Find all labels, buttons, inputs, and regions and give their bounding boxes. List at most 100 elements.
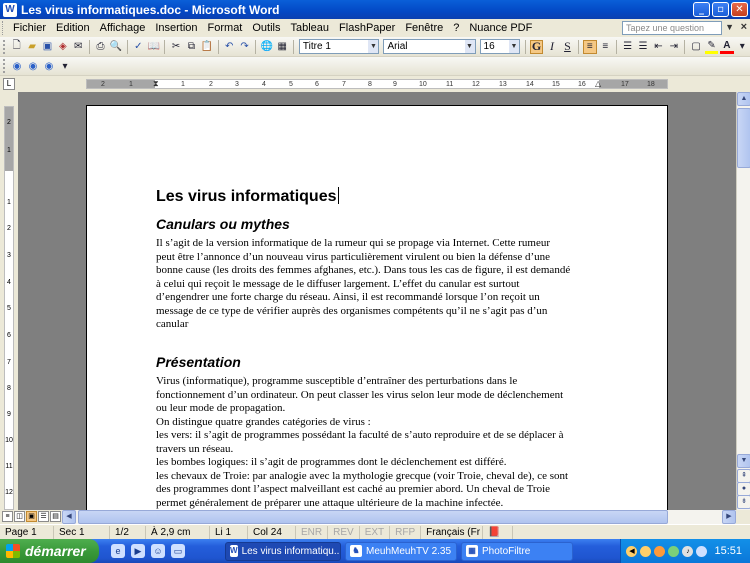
messenger-icon[interactable]: ☺ [151, 544, 165, 558]
toolbar-grip[interactable] [3, 59, 6, 73]
previous-page-icon[interactable]: ⇞ [737, 469, 750, 483]
start-button[interactable]: démarrer [0, 539, 99, 563]
toolbar-options-icon[interactable]: ▾ [58, 59, 72, 73]
chevron-down-icon[interactable]: ▼ [464, 40, 475, 53]
scroll-down-icon[interactable]: ▼ [737, 454, 750, 468]
numbered-list-icon[interactable]: ☰ [621, 40, 634, 54]
scroll-thumb[interactable] [737, 108, 750, 168]
open-folder-icon[interactable]: ▰ [25, 40, 38, 54]
spelling-icon[interactable]: ✓ [132, 40, 145, 54]
menu-fichier[interactable]: Fichier [8, 20, 51, 36]
horizontal-ruler[interactable]: 2 1 1 2 3 4 5 6 7 8 9 10 11 12 13 14 15 … [86, 79, 668, 89]
status-extend[interactable]: EXT [360, 525, 391, 539]
undo-icon[interactable]: ↶ [222, 40, 235, 54]
convert-pdf-icon[interactable]: ◉ [26, 59, 40, 73]
menu-insertion[interactable]: Insertion [150, 20, 202, 36]
print-preview-icon[interactable]: 🔍 [109, 40, 122, 54]
next-page-icon[interactable]: ⇟ [737, 495, 750, 509]
media-player-icon[interactable]: ▶ [131, 544, 145, 558]
web-view-icon[interactable]: ◫ [14, 511, 25, 522]
reading-view-icon[interactable]: ▤ [50, 511, 61, 522]
horizontal-scrollbar[interactable]: ◀ ▶ [62, 510, 736, 524]
status-track-changes[interactable]: REV [328, 525, 360, 539]
redo-icon[interactable]: ↷ [238, 40, 251, 54]
status-language[interactable]: Français (Fr [421, 525, 484, 539]
document-area[interactable]: Les virus informatiques Canulars ou myth… [18, 92, 736, 510]
desktop-icon[interactable]: ▭ [171, 544, 185, 558]
bullet-list-icon[interactable]: ☰ [636, 40, 649, 54]
horizontal-scroll-thumb[interactable] [78, 510, 668, 524]
toolbar-grip[interactable] [3, 39, 6, 54]
bold-button[interactable]: G [529, 39, 544, 54]
status-overtype[interactable]: RFP [390, 525, 422, 539]
style-select[interactable]: Titre 1 ▼ [298, 39, 380, 54]
paragraph-canulars[interactable]: Il s’agit de la version informatique de … [156, 237, 601, 332]
tray-icon[interactable] [640, 545, 652, 557]
print-icon[interactable]: ⎙ [94, 40, 107, 54]
menu-outils[interactable]: Outils [247, 20, 285, 36]
chevron-down-icon[interactable]: ▼ [508, 40, 519, 53]
print-layout-icon[interactable]: ▣ [26, 511, 37, 522]
vertical-ruler[interactable]: 2 1 1 2 3 4 5 6 7 8 9 10 11 12 [4, 106, 14, 510]
taskbar-meuhmeuhtv-button[interactable]: ♞ MeuhMeuhTV 2.35 [345, 541, 457, 561]
decrease-indent-icon[interactable]: ⇤ [652, 40, 665, 54]
align-center-icon[interactable]: ≡ [599, 40, 612, 54]
word-app-icon[interactable]: W [3, 2, 17, 17]
cut-icon[interactable]: ✂ [169, 40, 182, 54]
menu-grip[interactable] [2, 21, 5, 35]
table-icon[interactable]: ▦ [276, 40, 289, 54]
menu-flashpaper[interactable]: FlashPaper [334, 20, 400, 36]
increase-indent-icon[interactable]: ⇥ [667, 40, 680, 54]
status-record-macro[interactable]: ENR [296, 525, 329, 539]
email-pdf-icon[interactable]: ◉ [42, 59, 56, 73]
browse-object-icon[interactable]: ● [737, 482, 750, 496]
tray-icon[interactable] [668, 545, 680, 557]
menu-nuance-pdf[interactable]: Nuance PDF [464, 20, 537, 36]
chevron-down-icon[interactable]: ▼ [725, 22, 734, 32]
menu-affichage[interactable]: Affichage [95, 20, 151, 36]
save-icon[interactable]: ▣ [41, 40, 54, 54]
menu-tableau[interactable]: Tableau [286, 20, 335, 36]
close-button[interactable]: ✕ [731, 2, 748, 17]
tray-arrow-icon[interactable]: ◀ [626, 545, 638, 557]
underline-button[interactable]: S [561, 39, 574, 54]
menu-fenetre[interactable]: Fenêtre [400, 20, 448, 36]
scroll-right-icon[interactable]: ▶ [722, 510, 736, 524]
ie-icon[interactable]: e [111, 544, 125, 558]
document-title[interactable]: Les virus informatiques [156, 187, 339, 206]
help-question-input[interactable]: Tapez une question [622, 21, 722, 35]
new-document-icon[interactable]: 🗋 [10, 40, 23, 54]
font-color-icon[interactable]: A [720, 40, 734, 54]
menu-help[interactable]: ? [448, 20, 464, 36]
borders-icon[interactable]: ▢ [689, 40, 702, 54]
tab-selector[interactable]: L [3, 78, 15, 90]
highlight-icon[interactable]: ✎ [704, 40, 719, 54]
paste-icon[interactable]: 📋 [200, 40, 213, 54]
right-indent-marker[interactable]: △ [595, 80, 601, 88]
toolbar-options-icon[interactable]: ▾ [736, 40, 749, 54]
document-page[interactable]: Les virus informatiques Canulars ou myth… [86, 105, 668, 510]
minimize-button[interactable]: _ [693, 2, 710, 17]
copy-icon[interactable]: ⧉ [185, 40, 198, 54]
menu-format[interactable]: Format [203, 20, 248, 36]
hyperlink-icon[interactable]: 🌐 [260, 40, 273, 54]
tray-icon[interactable] [654, 545, 666, 557]
scroll-up-icon[interactable]: ▲ [737, 92, 750, 106]
flashpaper-icon[interactable]: ◉ [10, 59, 24, 73]
taskbar-word-button[interactable]: W Les virus informatiqu... [225, 541, 341, 561]
heading-presentation[interactable]: Présentation [156, 354, 241, 370]
indent-marker[interactable]: ⧗ [153, 80, 159, 88]
font-size-select[interactable]: 16 ▼ [479, 39, 520, 54]
network-icon[interactable] [696, 545, 708, 557]
menu-edition[interactable]: Edition [51, 20, 95, 36]
normal-view-icon[interactable]: ≡ [2, 511, 13, 522]
align-left-icon[interactable]: ≡ [583, 39, 597, 54]
heading-canulars[interactable]: Canulars ou mythes [156, 216, 290, 232]
spelling-status-icon[interactable]: 📕 [483, 525, 514, 539]
vertical-scrollbar[interactable]: ▲ ▼ ⇞ ● ⇟ [736, 92, 750, 510]
italic-button[interactable]: I [545, 39, 558, 54]
restore-button[interactable]: ▫ [712, 2, 729, 17]
permission-icon[interactable]: ◈ [56, 40, 69, 54]
taskbar-photofiltre-button[interactable]: ▦ PhotoFiltre [461, 541, 573, 561]
chevron-down-icon[interactable]: ▼ [368, 40, 379, 53]
